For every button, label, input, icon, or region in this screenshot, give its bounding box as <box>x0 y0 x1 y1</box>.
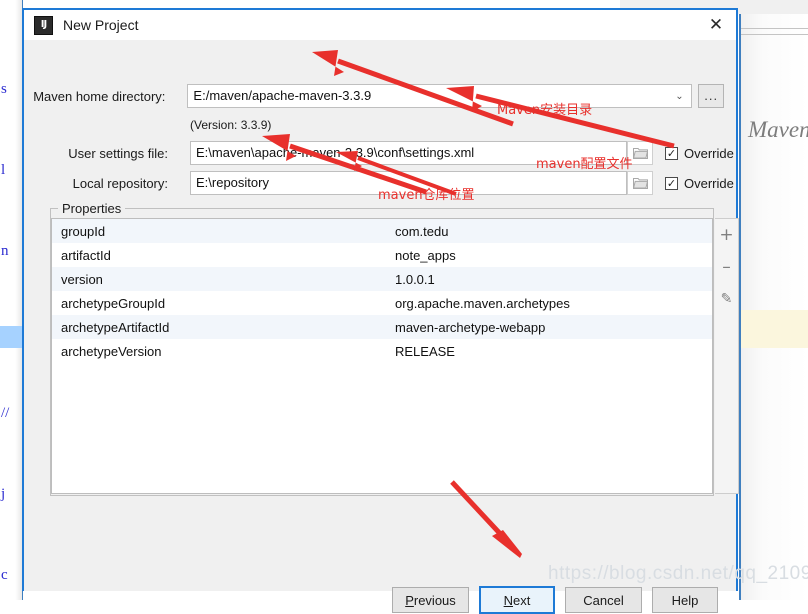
background-code-gutter: s l n s // j c t n < c g j t <box>0 0 22 600</box>
annotation-maven-repo-location: maven仓库位置 <box>378 188 475 203</box>
close-icon[interactable]: ✕ <box>704 14 728 36</box>
checkbox-checked-icon[interactable]: ✓ <box>665 176 678 190</box>
properties-legend: Properties <box>58 201 126 216</box>
watermark: https://blog.csdn.net/qq_21098263 <box>548 563 808 584</box>
local-repository-override-label: Override <box>684 175 734 191</box>
properties-toolbar: + – ✎ <box>715 218 739 494</box>
bg-code-line: l <box>1 162 6 178</box>
previous-button-label: revious <box>413 592 456 608</box>
property-value: note_apps <box>395 247 456 263</box>
maven-home-row: Maven home directory: E:/maven/apache-ma… <box>24 84 724 108</box>
property-value: RELEASE <box>395 343 455 359</box>
checkbox-checked-icon[interactable]: ✓ <box>665 146 678 160</box>
local-repository-override[interactable]: ✓ Override <box>665 176 734 191</box>
background-right-divider <box>739 0 741 600</box>
cancel-button[interactable]: Cancel <box>565 587 642 613</box>
property-value: org.apache.maven.archetypes <box>395 295 570 311</box>
bg-code-line: n <box>1 243 9 259</box>
browse-maven-home-button[interactable]: ... <box>698 84 724 108</box>
dialog-title-bar: IJ New Project ✕ <box>24 10 736 40</box>
intellij-idea-icon: IJ <box>34 15 53 35</box>
local-repository-label: Local repository: <box>72 175 168 191</box>
annotation-maven-config-file: maven配置文件 <box>536 157 633 172</box>
previous-button-mnemonic: P <box>405 592 414 608</box>
new-project-dialog: IJ New Project ✕ Maven home directory: E… <box>22 8 739 614</box>
folder-icon[interactable] <box>627 171 653 195</box>
previous-button[interactable]: Previous <box>392 587 469 613</box>
background-right-panel <box>739 0 808 600</box>
remove-property-button[interactable]: – <box>716 256 738 278</box>
add-property-button[interactable]: + <box>716 224 738 246</box>
maven-home-label: Maven home directory: <box>33 88 166 104</box>
user-settings-override-label: Override <box>684 145 734 161</box>
help-button[interactable]: Help <box>652 587 718 613</box>
bg-code-line: j <box>1 486 6 502</box>
maven-home-input[interactable]: E:/maven/apache-maven-3.3.9 <box>187 84 693 108</box>
user-settings-label: User settings file: <box>68 145 168 161</box>
property-value: com.tedu <box>395 223 449 239</box>
property-value: maven-archetype-webapp <box>395 319 546 335</box>
bg-code-line: // <box>1 405 10 421</box>
table-row[interactable]: version 1.0.0.1 <box>52 267 712 291</box>
table-row[interactable]: artifactId note_apps <box>52 243 712 267</box>
property-key: archetypeGroupId <box>61 295 166 311</box>
background-rule <box>741 34 808 35</box>
table-row[interactable]: groupId com.tedu <box>52 219 712 243</box>
next-button-label: ext <box>513 592 531 608</box>
property-key: groupId <box>61 223 106 239</box>
bg-code-line: c <box>1 567 8 583</box>
dialog-title: New Project <box>63 17 139 33</box>
table-row[interactable]: archetypeGroupId org.apache.maven.archet… <box>52 291 712 315</box>
dialog-body: Maven home directory: E:/maven/apache-ma… <box>24 40 739 614</box>
next-button-mnemonic: N <box>503 592 514 608</box>
maven-version-note: (Version: 3.3.9) <box>190 118 272 132</box>
table-row[interactable]: archetypeVersion RELEASE <box>52 339 712 363</box>
property-value: 1.0.0.1 <box>395 271 435 287</box>
background-selection-highlight <box>0 326 22 348</box>
user-settings-override[interactable]: ✓ Override <box>665 146 734 161</box>
background-highlight-band <box>741 310 808 348</box>
table-row[interactable]: archetypeArtifactId maven-archetype-weba… <box>52 315 712 339</box>
edit-property-button[interactable]: ✎ <box>716 288 738 310</box>
property-key: archetypeArtifactId <box>61 319 170 335</box>
property-key: version <box>61 271 103 287</box>
properties-table[interactable]: groupId com.tedu artifactId note_apps ve… <box>51 218 713 494</box>
chevron-down-icon[interactable]: ⌄ <box>667 85 692 107</box>
user-settings-row: User settings file: E:\maven\apache-mave… <box>24 141 740 165</box>
background-maven-label: Maven <box>748 117 808 142</box>
next-button[interactable]: Next <box>479 586 555 614</box>
bg-code-line: s <box>1 81 7 97</box>
property-key: archetypeVersion <box>61 343 162 359</box>
background-rule <box>741 28 808 29</box>
property-key: artifactId <box>61 247 111 263</box>
annotation-maven-install-dir: Maven安装目录 <box>497 103 593 118</box>
